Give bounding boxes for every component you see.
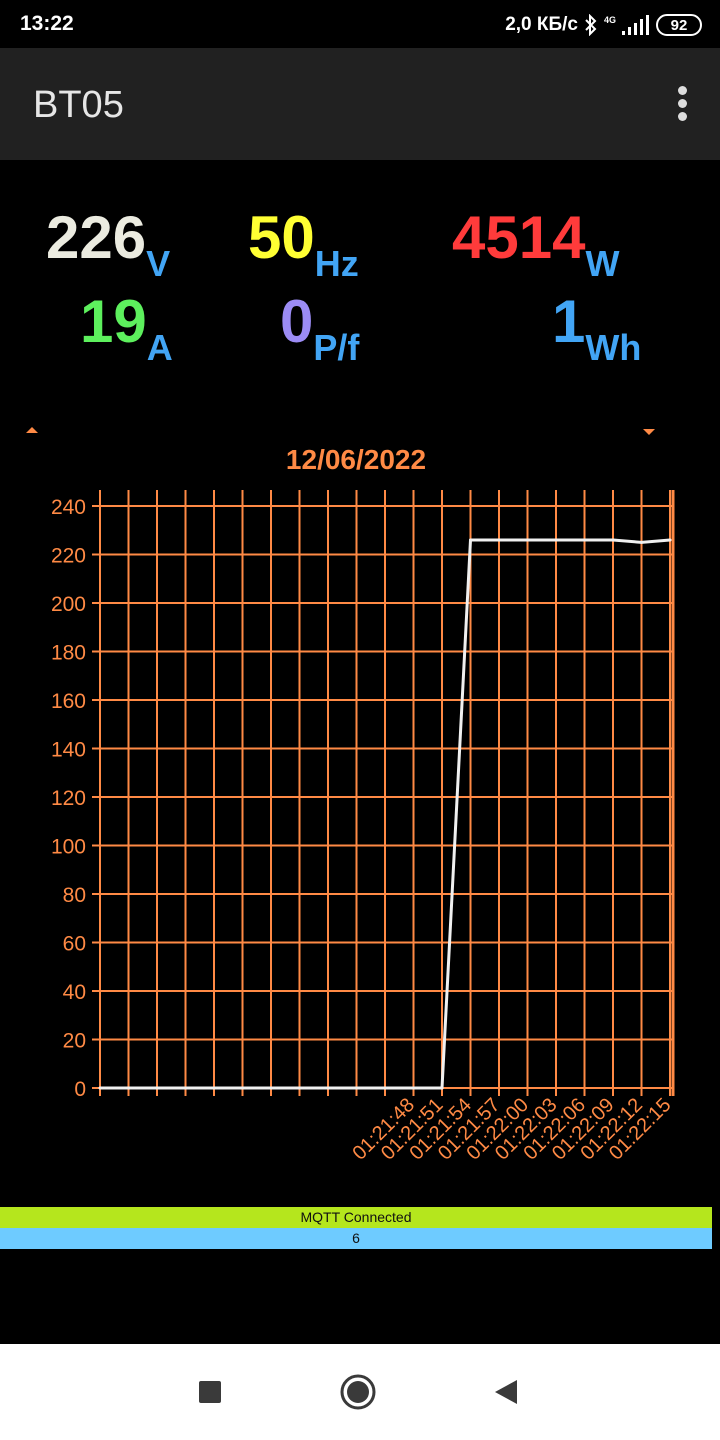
data-point: [269, 1086, 273, 1090]
reading-unit: A: [146, 327, 173, 368]
data-point: [412, 1086, 415, 1090]
power-reading: 4514 W: [452, 204, 619, 282]
y-tick-label: 180: [51, 642, 86, 665]
reading-value: 226: [46, 204, 147, 271]
signal-icon: 4G: [604, 15, 650, 35]
data-point: [583, 538, 586, 542]
reading-unit: V: [146, 243, 171, 284]
status-indicators: 2,0 КБ/с 4G 92: [505, 12, 702, 38]
battery-indicator: 92: [656, 14, 702, 36]
data-point: [155, 1086, 159, 1090]
circle-icon[interactable]: [338, 1372, 378, 1412]
mqtt-status-bar: MQTT Connected: [0, 1207, 712, 1228]
reading-unit: P/f: [313, 327, 360, 368]
y-tick-label: 80: [63, 884, 86, 907]
frequency-reading: 50 Hz: [248, 204, 359, 282]
data-point: [497, 538, 501, 542]
reading-value: 19: [80, 288, 147, 355]
power-factor-reading: 0 P/f: [280, 288, 359, 366]
data-point: [640, 540, 643, 544]
data-point: [355, 1086, 358, 1090]
voltage-chart: 02040608010012014016018020022024001:21:4…: [51, 490, 676, 1165]
data-point: [668, 538, 672, 542]
y-tick-label: 220: [51, 545, 86, 568]
reading-unit: Hz: [314, 243, 359, 284]
reading-value: 1: [552, 288, 586, 355]
y-tick-label: 60: [63, 933, 86, 956]
network-type: 4G: [603, 15, 616, 25]
counter-bar: 6: [0, 1228, 712, 1249]
data-point: [554, 538, 558, 542]
y-tick-label: 20: [63, 1030, 86, 1053]
current-reading: 19 A: [80, 288, 173, 366]
y-tick-label: 100: [51, 836, 86, 859]
data-point: [469, 538, 472, 542]
status-time: 13:22: [20, 12, 74, 35]
y-tick-label: 240: [51, 496, 86, 519]
reading-unit: Wh: [585, 327, 642, 368]
data-point: [127, 1086, 130, 1090]
arrow-down-icon[interactable]: [643, 429, 655, 435]
y-tick-label: 200: [51, 593, 86, 616]
app-bar: BT05: [0, 48, 720, 160]
y-tick-label: 140: [51, 739, 86, 762]
more-vert-icon[interactable]: [670, 86, 694, 126]
reading-value: 4514: [452, 204, 586, 271]
data-point: [98, 1086, 102, 1090]
data-point: [326, 1086, 330, 1090]
data-point: [241, 1086, 244, 1090]
app-title: BT05: [33, 84, 124, 126]
y-tick-label: 160: [51, 690, 86, 713]
voltage-reading: 226 V: [46, 204, 170, 282]
data-point: [212, 1086, 216, 1090]
back-triangle-icon[interactable]: [486, 1372, 526, 1412]
reading-value: 50: [248, 204, 315, 271]
y-tick-label: 120: [51, 787, 86, 810]
system-nav-bar: [0, 1344, 720, 1440]
net-speed: 2,0 КБ/с: [505, 14, 578, 35]
data-point: [383, 1086, 387, 1090]
energy-reading: 1 Wh: [552, 288, 641, 366]
data-point: [298, 1086, 301, 1090]
status-bar: 13:22 2,0 КБ/с 4G 92: [0, 0, 720, 48]
y-tick-label: 0: [74, 1078, 86, 1101]
y-tick-label: 40: [63, 981, 86, 1004]
square-icon[interactable]: [190, 1372, 230, 1412]
chart-title: 12/06/2022: [285, 444, 427, 475]
data-point: [611, 538, 615, 542]
reading-value: 0: [280, 288, 314, 355]
bluetooth-icon: [584, 14, 598, 36]
arrow-up-icon[interactable]: [26, 427, 38, 433]
data-point: [184, 1086, 187, 1090]
reading-unit: W: [585, 243, 620, 284]
data-point: [526, 538, 529, 542]
data-point: [440, 1086, 444, 1090]
